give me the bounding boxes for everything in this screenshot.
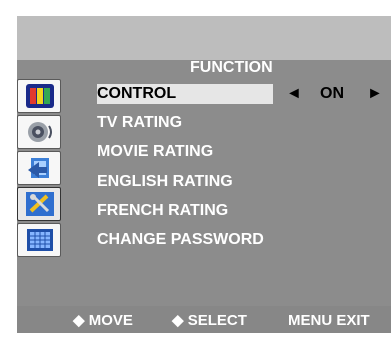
menu-item-french-rating[interactable]: FRENCH RATING xyxy=(97,201,228,221)
sidebar-item-channel[interactable] xyxy=(17,223,61,257)
sound-icon xyxy=(28,122,52,142)
channel-icon xyxy=(27,229,53,251)
menu-item-english-rating[interactable]: ENGLISH RATING xyxy=(97,172,233,192)
menu-item-tv-rating[interactable]: TV RATING xyxy=(97,113,182,133)
footer-exit-hint: MENU EXIT xyxy=(288,312,370,329)
left-arrow-icon[interactable]: ◄ xyxy=(286,84,302,104)
sidebar-item-function[interactable] xyxy=(17,187,61,221)
footer-move-hint: ◆ MOVE xyxy=(73,312,133,329)
page-title: FUNCTION xyxy=(190,59,273,76)
menu-item-change-password[interactable]: CHANGE PASSWORD xyxy=(97,230,264,250)
title-bar xyxy=(17,16,391,60)
sidebar-item-sound[interactable] xyxy=(17,115,61,149)
sidebar-item-picture[interactable] xyxy=(17,79,61,113)
sidebar-item-setup[interactable] xyxy=(17,151,61,185)
footer-select-hint: ◆ SELECT xyxy=(172,312,247,329)
function-icon xyxy=(26,192,54,216)
right-arrow-icon[interactable]: ► xyxy=(367,84,383,104)
sidebar xyxy=(17,79,71,259)
menu-item-control[interactable]: CONTROL xyxy=(97,84,273,104)
picture-icon xyxy=(26,84,54,108)
control-value: ON xyxy=(320,85,344,102)
menu-item-movie-rating[interactable]: MOVIE RATING xyxy=(97,142,213,162)
setup-icon xyxy=(28,158,49,178)
